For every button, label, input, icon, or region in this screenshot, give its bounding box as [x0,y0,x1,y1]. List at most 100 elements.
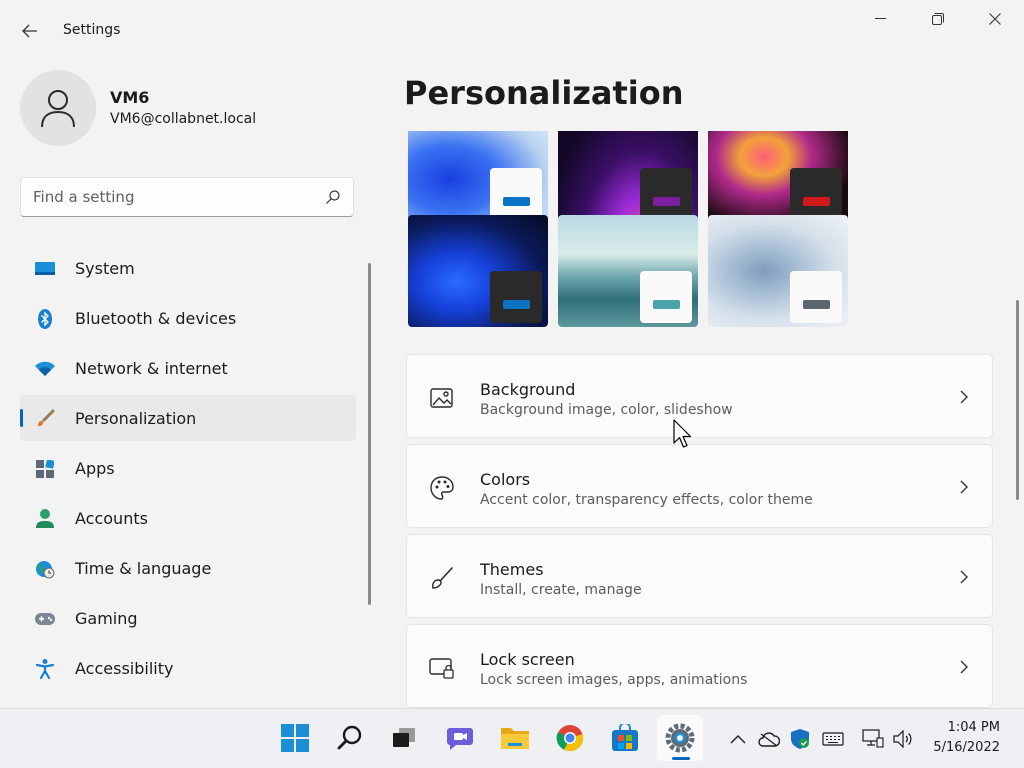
sidebar-item-label: Accessibility [75,658,174,678]
accessibility-icon [35,659,55,679]
sidebar-item-system[interactable]: System [20,245,356,291]
close-button[interactable] [966,0,1024,38]
clock-date[interactable]: 5/16/2022 [920,740,1000,755]
lock-screen-icon [429,658,454,679]
start-icon [281,724,309,752]
sidebar-scrollbar[interactable] [368,263,371,605]
chevron-up-icon [730,735,746,744]
sidebar-item-gaming[interactable]: Gaming [20,595,356,641]
theme-accent-swatch [653,197,680,206]
theme-preview-window [640,168,692,220]
sidebar-item-label: Gaming [75,608,138,628]
restore-icon [932,13,944,25]
theme-preview-window [790,168,842,220]
colors-card[interactable]: Colors Accent color, transparency effect… [406,444,993,528]
theme-gallery [408,131,850,329]
accounts-icon [35,509,55,529]
sidebar-item-bluetooth[interactable]: Bluetooth & devices [20,295,356,341]
security-tray-button[interactable] [788,727,812,751]
taskbar [0,708,1024,768]
theme-preview-window [490,271,542,323]
onedrive-icon [758,732,780,747]
card-title: Themes [480,560,544,579]
chevron-right-icon [960,660,968,674]
sidebar-item-apps[interactable]: Apps [20,445,356,491]
task-view-icon [393,728,415,747]
card-subtitle: Accent color, transparency effects, colo… [480,492,813,508]
theme-preview-window [490,168,542,220]
network-tray-button[interactable] [861,727,885,751]
brush-icon [432,567,453,589]
keyboard-icon [822,732,844,746]
clock-time[interactable]: 1:04 PM [930,720,1000,735]
avatar[interactable] [20,70,96,146]
theme-accent-swatch [653,300,680,309]
search-icon[interactable] [325,189,341,205]
theme-tile[interactable] [708,131,848,224]
chrome-button[interactable] [547,715,593,761]
theme-accent-swatch [503,197,530,206]
sidebar-item-personalization[interactable]: Personalization [20,395,356,441]
taskbar-search-button[interactable] [327,715,373,761]
user-email: VM6@collabnet.local [110,111,257,127]
palette-icon [430,476,454,500]
minimize-button[interactable] [852,0,910,38]
sidebar-item-label: System [75,258,135,278]
volume-tray-button[interactable] [892,727,916,751]
theme-preview-window [790,271,842,323]
chevron-right-icon [960,480,968,494]
theme-tile[interactable] [558,131,698,224]
search-box[interactable] [20,177,354,217]
chat-icon [447,728,473,750]
wifi-icon [35,359,55,379]
sidebar-item-label: Personalization [75,408,197,428]
user-name: VM6 [110,88,150,107]
user-icon [41,90,75,128]
paintbrush-icon [35,409,55,429]
card-title: Colors [480,470,531,489]
sidebar-item-time-language[interactable]: Time & language [20,545,356,591]
theme-accent-swatch [803,300,830,309]
back-button[interactable] [14,16,46,46]
active-app-indicator [672,757,690,760]
theme-tile[interactable] [408,131,548,224]
card-title: Lock screen [480,650,575,669]
theme-preview-window [640,271,692,323]
onedrive-tray-button[interactable] [757,727,781,751]
theme-tile[interactable] [708,215,848,327]
sidebar-item-network[interactable]: Network & internet [20,345,356,391]
volume-icon [893,730,912,748]
task-view-button[interactable] [381,715,427,761]
lock-screen-card[interactable]: Lock screen Lock screen images, apps, an… [406,624,993,708]
show-hidden-icons-button[interactable] [726,727,750,751]
content-scrollbar[interactable] [1016,300,1019,500]
chrome-icon [556,725,584,752]
settings-app-button[interactable] [657,715,703,761]
theme-tile[interactable] [408,215,548,327]
card-title: Background [480,380,576,399]
card-subtitle: Lock screen images, apps, animations [480,672,748,688]
card-subtitle: Background image, color, slideshow [480,402,733,418]
image-icon [430,388,453,408]
start-button[interactable] [272,715,318,761]
keyboard-tray-button[interactable] [821,727,845,751]
network-icon [862,729,884,748]
settings-icon [665,723,695,753]
file-explorer-button[interactable] [492,715,538,761]
sidebar-item-label: Time & language [75,558,212,578]
theme-accent-swatch [803,197,830,206]
chat-button[interactable] [437,715,483,761]
background-card[interactable]: Background Background image, color, slid… [406,354,993,438]
file-explorer-icon [501,728,529,749]
card-subtitle: Install, create, manage [480,582,642,598]
store-button[interactable] [602,715,648,761]
gamepad-icon [35,609,55,629]
themes-card[interactable]: Themes Install, create, manage [406,534,993,618]
store-icon [612,724,638,751]
title-bar: Settings [0,0,1024,62]
search-input[interactable] [33,186,313,208]
sidebar-item-accessibility[interactable]: Accessibility [20,645,356,691]
restore-button[interactable] [909,0,967,38]
theme-tile[interactable] [558,215,698,327]
sidebar-item-accounts[interactable]: Accounts [20,495,356,541]
